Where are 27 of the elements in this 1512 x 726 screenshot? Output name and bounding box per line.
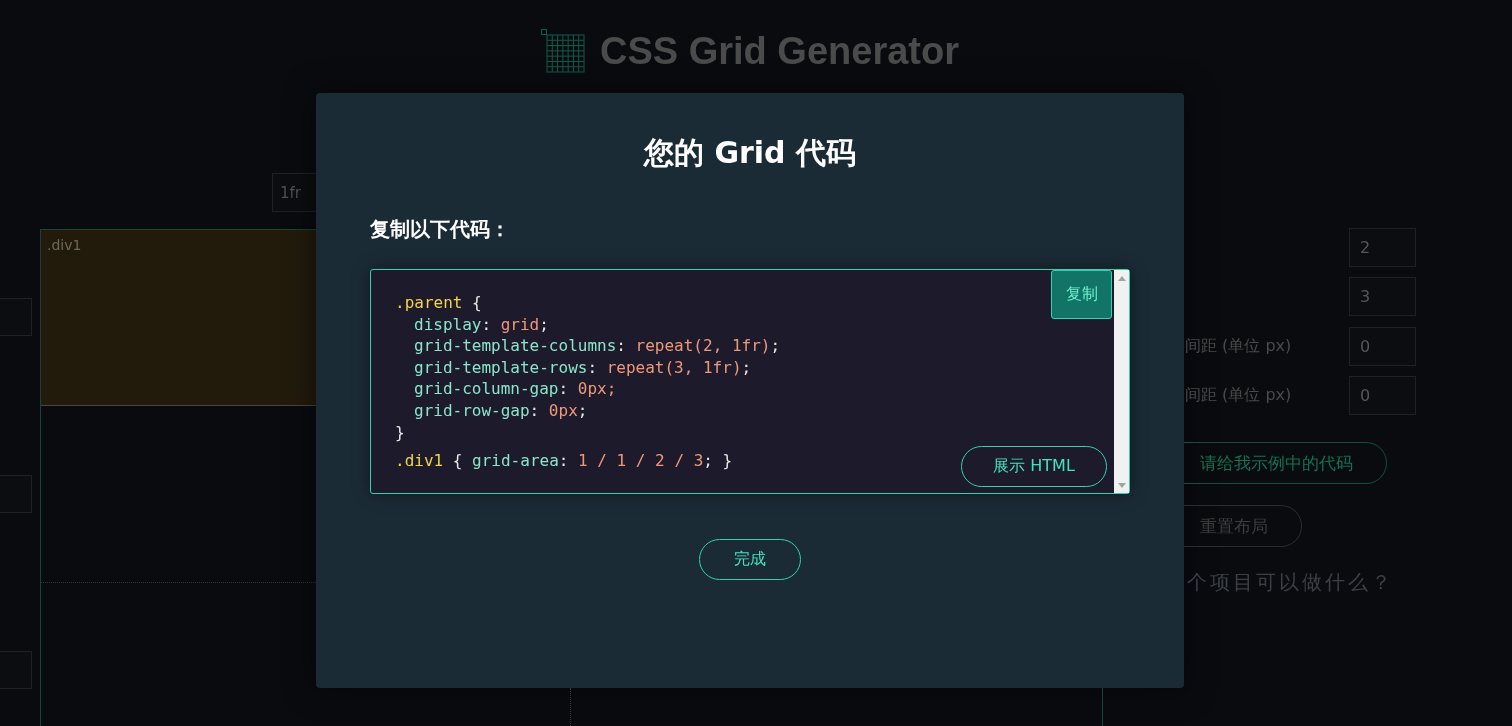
item-label: .div1 <box>47 236 82 254</box>
code-line: .parent { <box>395 292 482 314</box>
setting-label: 间距 (单位 px) <box>1184 384 1292 406</box>
code-line: grid-template-columns: repeat(2, 1fr); <box>413 335 781 357</box>
grid-icon <box>541 29 585 73</box>
code-line: grid-column-gap: 0px; <box>413 378 617 400</box>
input-field[interactable] <box>0 298 32 337</box>
code-line: } <box>395 421 405 444</box>
code-line: grid-row-gap: 0px; <box>413 399 588 422</box>
number-field[interactable]: 0 <box>1349 326 1416 366</box>
code-line: .div1 { grid-area: 1 / 1 / 2 / 3; } <box>395 450 733 472</box>
scroll-up-icon[interactable] <box>1117 276 1126 281</box>
code-line: grid-template-rows: repeat(3, 1fr); <box>413 356 752 379</box>
modal-title: 您的 Grid 代码 <box>643 134 857 172</box>
page-title: CSS Grid Generator <box>600 29 959 73</box>
input-field[interactable]: 1fr <box>272 173 316 212</box>
copy-button[interactable]: 复制 <box>1051 270 1112 319</box>
input-field[interactable] <box>0 651 32 690</box>
setting-label: 间距 (单位 px) <box>1184 335 1292 357</box>
instruction-text: 复制以下代码： <box>370 216 510 243</box>
code-line: display: grid; <box>413 313 549 336</box>
input-field[interactable] <box>0 474 32 513</box>
scrollbar[interactable] <box>1114 270 1129 493</box>
number-field[interactable]: 3 <box>1349 277 1416 317</box>
number-field[interactable]: 2 <box>1349 228 1416 267</box>
scroll-down-icon[interactable] <box>1117 482 1126 488</box>
number-field[interactable]: 0 <box>1349 375 1416 415</box>
